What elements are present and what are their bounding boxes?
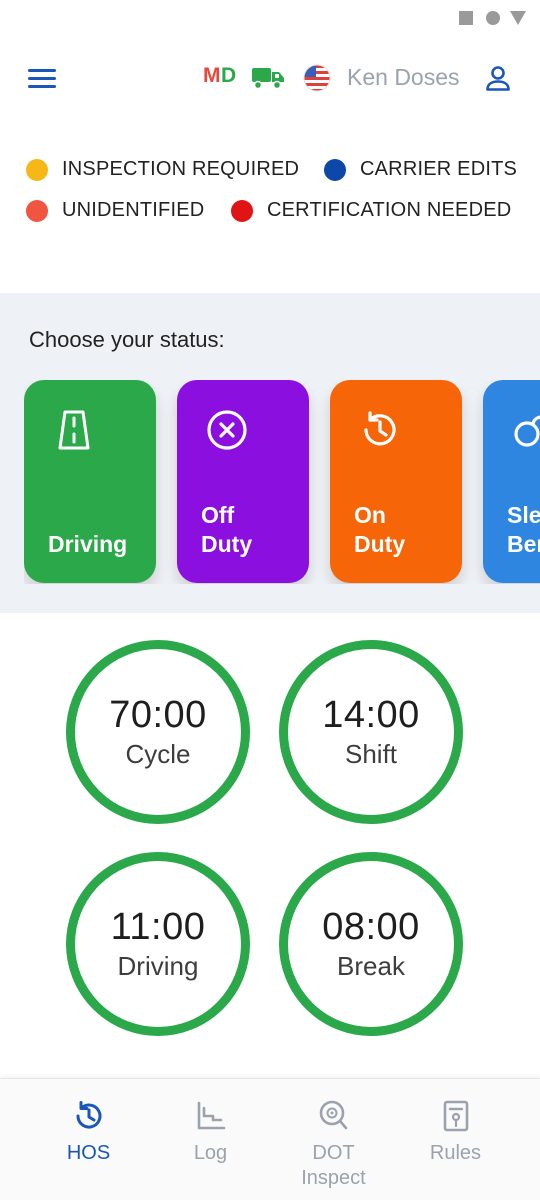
person-icon[interactable]	[484, 64, 512, 92]
legend-label: INSPECTION REQUIRED	[62, 158, 300, 180]
driving-clock: 11:00 Driving	[66, 852, 250, 1036]
road-icon	[58, 410, 90, 450]
log-chart-icon	[197, 1101, 225, 1130]
sleeper-icon	[514, 415, 540, 447]
clock-time: 70:00	[109, 694, 207, 736]
status-off-duty-button[interactable]: Off Duty	[177, 380, 309, 583]
nav-tab-log[interactable]: Log	[143, 1079, 278, 1200]
status-prompt: Choose your status:	[29, 327, 225, 352]
legend-dot	[324, 158, 346, 181]
truck-icon[interactable]	[251, 66, 285, 90]
system-status-bar	[0, 0, 540, 36]
nav-label: Rules	[429, 1142, 482, 1164]
clock-label: Cycle	[125, 739, 191, 769]
nav-label: Log	[193, 1142, 228, 1164]
clock-label: Break	[337, 951, 405, 981]
nav-tab-hos[interactable]: HOS	[21, 1079, 156, 1200]
legend-label: UNIDENTIFIED	[62, 199, 205, 221]
bottom-navigation: HOS Log DOT Inspect Rules	[0, 1078, 540, 1200]
circle-x-icon	[207, 410, 247, 450]
status-tiles[interactable]: Driving Off Duty On Duty Sleeper Berth	[24, 380, 540, 584]
cycle-clock: 70:00 Cycle	[66, 640, 250, 824]
status-label: Driving	[48, 531, 128, 557]
state-code-first: M	[203, 64, 221, 87]
legend-dot	[26, 158, 48, 181]
legend-label: CARRIER EDITS	[360, 158, 518, 180]
clock-label: Driving	[117, 951, 199, 981]
shift-clock: 14:00 Shift	[279, 640, 463, 824]
app-header: MD Ken Doses	[0, 52, 540, 104]
hos-clock-icon	[75, 1101, 101, 1129]
legend-item-carrier-edits: CARRIER EDITS	[324, 158, 517, 181]
driver-name[interactable]: Ken Doses	[347, 64, 460, 91]
nav-label: DOT Inspect	[301, 1142, 366, 1189]
recent-apps-icon	[459, 11, 473, 25]
status-selector-section: Choose your status: Driving Off Duty On …	[0, 293, 540, 613]
status-driving-button[interactable]: Driving	[24, 380, 156, 583]
status-sleeper-berth-button[interactable]: Sleeper Berth	[483, 380, 540, 583]
clock-time: 14:00	[322, 694, 420, 736]
status-label: Off Duty	[201, 502, 253, 557]
status-label: On Duty	[354, 502, 406, 557]
home-icon	[486, 11, 500, 25]
menu-button[interactable]	[26, 64, 58, 92]
state-badge[interactable]: MD	[203, 64, 237, 88]
legend-dot	[231, 199, 253, 222]
dot-inspect-icon	[319, 1100, 347, 1130]
signal-icon	[510, 11, 526, 25]
status-label: Sleeper Berth	[507, 502, 540, 557]
legend-item-certification-needed: CERTIFICATION NEEDED	[231, 199, 511, 222]
break-clock: 08:00 Break	[279, 852, 463, 1036]
state-code-second: D	[221, 64, 237, 87]
clock-label: Shift	[344, 739, 398, 769]
menu-icon	[28, 69, 56, 88]
rules-document-icon	[443, 1100, 468, 1132]
nav-label: HOS	[66, 1142, 111, 1164]
nav-tab-dot-inspect[interactable]: DOT Inspect	[266, 1079, 401, 1200]
legend-item-inspection-required: INSPECTION REQUIRED	[26, 158, 299, 181]
nav-tab-rules[interactable]: Rules	[388, 1079, 523, 1200]
legend-dot	[26, 199, 48, 222]
us-flag-icon[interactable]	[303, 64, 331, 92]
clock-history-icon	[364, 411, 396, 446]
clock-time: 11:00	[110, 906, 206, 948]
legend-item-unidentified: UNIDENTIFIED	[26, 199, 204, 222]
legend-label: CERTIFICATION NEEDED	[267, 199, 512, 221]
clock-time: 08:00	[322, 906, 420, 948]
status-on-duty-button[interactable]: On Duty	[330, 380, 462, 583]
